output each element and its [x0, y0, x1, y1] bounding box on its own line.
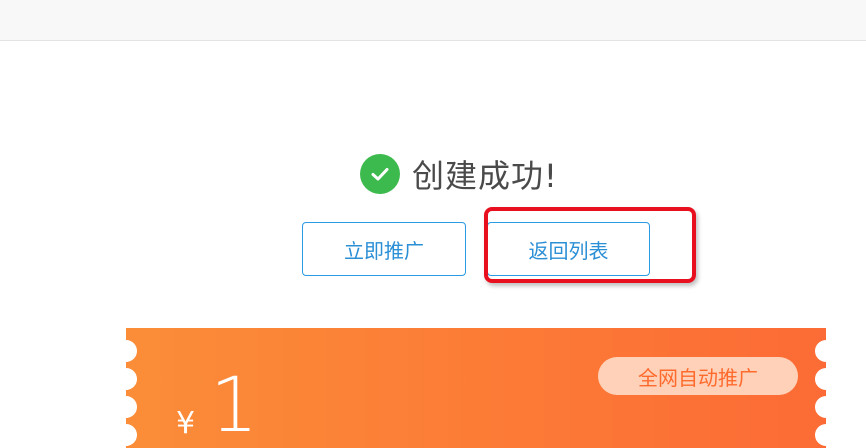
promote-now-button[interactable]: 立即推广: [302, 222, 466, 276]
success-message: 创建成功!: [412, 157, 558, 195]
coupon-currency-symbol: ¥: [176, 406, 196, 441]
coupon-notch: [815, 340, 826, 362]
coupon-amount: 1: [210, 360, 259, 448]
coupon-notch: [126, 368, 137, 390]
coupon-notch: [815, 396, 826, 418]
back-to-list-button[interactable]: 返回列表: [487, 222, 650, 276]
coupon-notch: [815, 368, 826, 390]
coupon-notch: [126, 396, 137, 418]
coupon-card: ¥ 1 全网自动推广: [126, 328, 826, 448]
success-message-row: 创建成功!: [360, 152, 558, 196]
coupon-notch: [126, 340, 137, 362]
coupon-notch: [126, 424, 137, 446]
success-check-icon: [360, 154, 400, 194]
top-header-bar: [0, 0, 866, 41]
coupon-notch: [815, 424, 826, 446]
auto-promote-tag: 全网自动推广: [598, 357, 798, 395]
